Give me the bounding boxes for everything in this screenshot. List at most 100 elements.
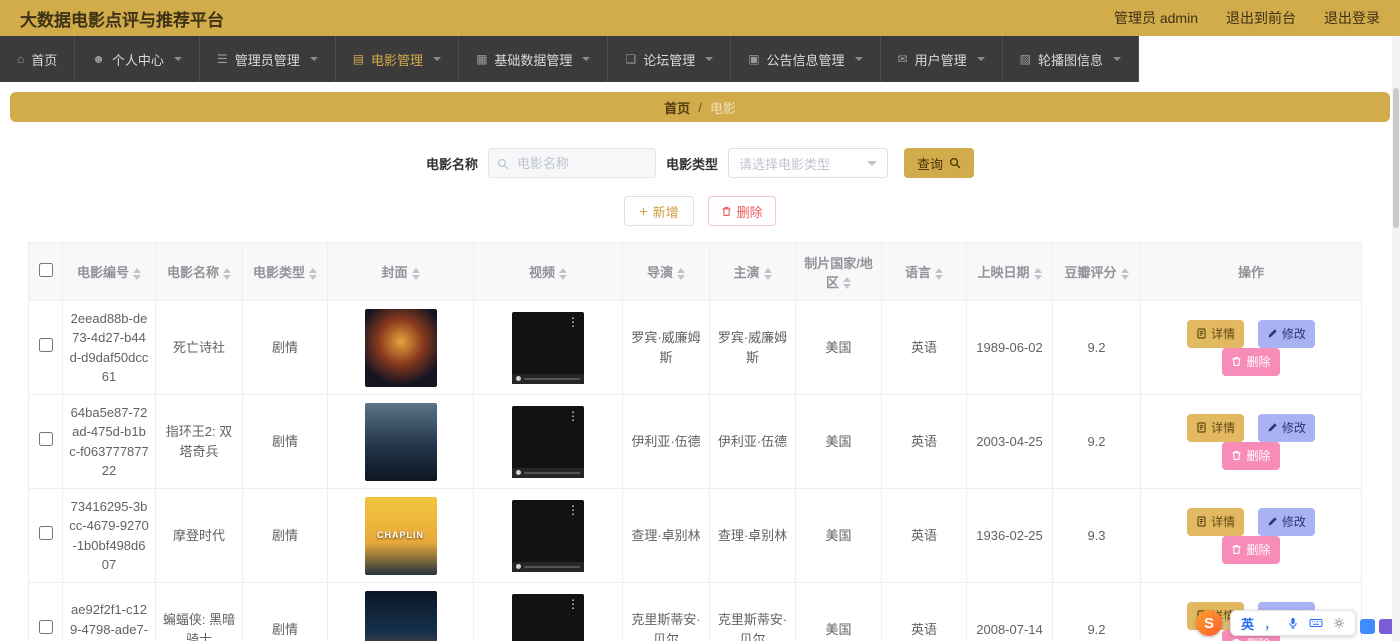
sort-icon[interactable] [763, 267, 772, 280]
column-header-poster[interactable]: 封面 [327, 242, 474, 301]
sort-icon[interactable] [1033, 267, 1042, 280]
movie-id: 2eead88b-de73-4d27-b44d-d9daf50dcc61 [69, 310, 149, 385]
add-button[interactable]: + 新增 [624, 196, 694, 226]
movie-rating: 9.3 [1087, 527, 1106, 543]
column-header-movie-type[interactable]: 电影类型 [242, 242, 328, 301]
sort-icon[interactable] [935, 267, 943, 280]
sort-icon[interactable] [133, 267, 141, 280]
detail-button[interactable]: 详情 [1187, 413, 1245, 442]
sort-icon[interactable] [559, 267, 567, 280]
poster-label: CHAPLIN [377, 529, 424, 540]
column-header-star[interactable]: 主演 [709, 242, 796, 301]
detail-button[interactable]: 详情 [1187, 507, 1245, 536]
nav-item-forum-mgmt[interactable]: ❏ 论坛管理 [608, 36, 732, 82]
nav-item-user-mgmt[interactable]: ✉ 用户管理 [880, 36, 1003, 82]
ime-language-toggle[interactable]: 英 [1241, 614, 1254, 633]
sort-icon[interactable] [843, 277, 851, 290]
nav-item-basedata-mgmt[interactable]: ▦ 基础数据管理 [459, 36, 609, 82]
admin-icon: ☰ [216, 52, 228, 66]
movie-video-player[interactable]: ⋮ [512, 499, 584, 572]
search-form: 电影名称 电影类型 请选择电影类型 查询 [0, 148, 1400, 178]
users-icon: ✉ [897, 52, 908, 66]
select-all-checkbox[interactable] [38, 263, 53, 277]
movie-video-player[interactable]: ⋮ [512, 311, 584, 384]
sort-icon[interactable] [309, 267, 317, 280]
movie-poster[interactable] [364, 308, 437, 387]
scrollbar-thumb[interactable] [1393, 88, 1399, 228]
app-title: 大数据电影点评与推荐平台 [20, 10, 224, 30]
video-controls [512, 373, 584, 384]
delete-button[interactable]: 删除 [1222, 535, 1280, 564]
column-header-release-date[interactable]: 上映日期 [966, 242, 1053, 301]
movie-language: 英语 [910, 433, 937, 449]
video-menu-icon[interactable]: ⋮ [567, 316, 579, 328]
nav-item-notice-mgmt[interactable]: ▣ 公告信息管理 [731, 36, 881, 82]
video-menu-icon[interactable]: ⋮ [567, 504, 579, 516]
logged-in-user-label: 管理员 admin [1113, 10, 1198, 26]
table-toolbar: + 新增 删除 [0, 196, 1400, 226]
table-row: 73416295-3bcc-4679-9270-1b0bf498d607 摩登时… [28, 488, 1362, 583]
edit-button[interactable]: 修改 [1257, 319, 1315, 348]
movie-country: 美国 [825, 621, 852, 637]
nav-item-carousel[interactable]: ▧ 轮播图信息 [1002, 36, 1139, 82]
delete-button[interactable]: 删除 [1222, 441, 1280, 470]
query-button[interactable]: 查询 [904, 148, 975, 178]
ime-punctuation-toggle[interactable]: ， [1264, 614, 1277, 633]
row-checkbox[interactable] [38, 337, 53, 352]
row-checkbox[interactable] [38, 525, 53, 540]
movie-video-player[interactable]: ⋮ [512, 593, 584, 641]
movie-type: 剧情 [271, 433, 298, 449]
column-header-language[interactable]: 语言 [881, 242, 967, 301]
video-menu-icon[interactable]: ⋮ [567, 410, 579, 422]
movie-video-player[interactable]: ⋮ [512, 405, 584, 478]
column-header-movie-id[interactable]: 电影编号 [62, 242, 156, 301]
bulk-delete-button[interactable]: 删除 [707, 196, 776, 226]
column-header-country[interactable]: 制片国家/地区 [795, 242, 882, 301]
sort-icon[interactable] [223, 267, 231, 280]
settings-icon[interactable] [1333, 617, 1345, 629]
sort-icon[interactable] [677, 267, 685, 280]
edit-button[interactable]: 修改 [1257, 507, 1315, 536]
movie-poster[interactable]: CHAPLIN [364, 496, 437, 575]
detail-button[interactable]: 详情 [1187, 319, 1245, 348]
column-header-video[interactable]: 视频 [473, 242, 623, 301]
nav-item-profile[interactable]: ☻ 个人中心 [75, 36, 200, 82]
movie-poster[interactable] [364, 590, 437, 641]
movie-id: 64ba5e87-72ad-475d-b1bc-f06377787722 [69, 404, 149, 479]
row-checkbox[interactable] [38, 619, 53, 634]
movie-id: ae92f2f1-c129-4798-ade7-41e [69, 602, 149, 637]
movie-poster[interactable] [364, 402, 437, 481]
nav-item-home[interactable]: ⌂ 首页 [0, 36, 76, 82]
database-icon: ▦ [476, 52, 488, 66]
column-header-director[interactable]: 导演 [622, 242, 710, 301]
movie-name: 摩登时代 [172, 527, 225, 543]
edit-button[interactable]: 修改 [1257, 413, 1315, 442]
breadcrumb-home-link[interactable]: 首页 [664, 98, 690, 117]
delete-button[interactable]: 删除 [1222, 347, 1280, 376]
row-checkbox[interactable] [38, 431, 53, 446]
sort-icon[interactable] [1120, 267, 1129, 280]
movie-director: 克里斯蒂安·贝尔 [631, 612, 701, 641]
movie-language: 英语 [910, 621, 937, 637]
movie-name-input[interactable] [487, 148, 656, 178]
breadcrumb-separator: / [698, 99, 702, 115]
chevron-down-icon [854, 57, 863, 61]
nav-item-admin-mgmt[interactable]: ☰ 管理员管理 [199, 36, 336, 82]
sogou-logo[interactable]: S [1195, 610, 1222, 636]
chevron-down-icon [309, 57, 318, 61]
column-header-movie-name[interactable]: 电影名称 [155, 242, 243, 301]
nav-item-movie-mgmt[interactable]: ▤ 电影管理 [335, 36, 460, 82]
toolbar-icon[interactable] [1360, 619, 1375, 634]
movie-type-label: 电影类型 [665, 156, 718, 172]
browser-scrollbar[interactable] [1392, 36, 1400, 641]
movie-type-select[interactable]: 请选择电影类型 [728, 148, 888, 178]
sort-icon[interactable] [411, 267, 420, 280]
ime-toolbar: S 英 ， [1195, 610, 1356, 636]
logout-link[interactable]: 退出登录 [1324, 8, 1380, 28]
video-menu-icon[interactable]: ⋮ [567, 598, 579, 610]
column-header-rating[interactable]: 豆瓣评分 [1052, 242, 1141, 301]
exit-to-front-link[interactable]: 退出到前台 [1226, 8, 1296, 28]
keyboard-icon[interactable] [1309, 617, 1323, 629]
video-controls [512, 467, 584, 478]
microphone-icon[interactable] [1287, 617, 1299, 629]
